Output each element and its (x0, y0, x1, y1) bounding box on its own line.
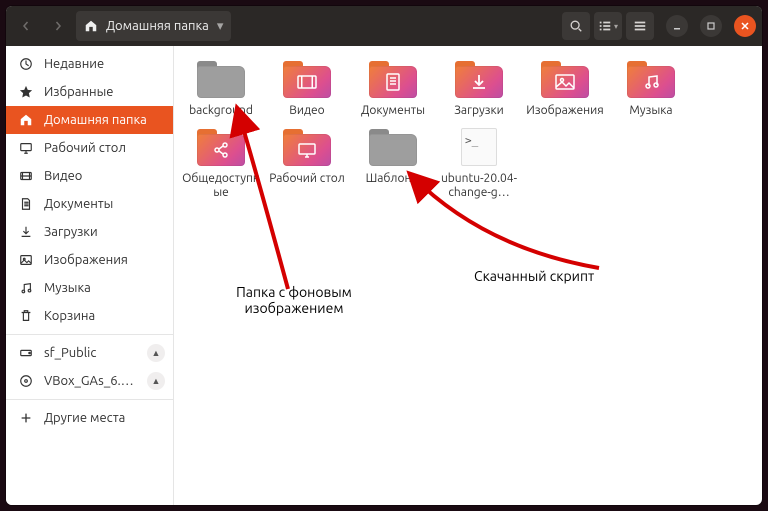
sidebar-item-image[interactable]: Изображения (6, 246, 173, 274)
sidebar-item-video[interactable]: Видео (6, 162, 173, 190)
home-icon (18, 113, 34, 127)
folder-icon (195, 58, 247, 100)
eject-icon[interactable]: ▲ (147, 344, 165, 362)
sidebar-item-label: Изображения (44, 253, 128, 267)
file-item[interactable]: Общедоступные (178, 122, 264, 204)
folder-icon (625, 58, 677, 100)
sidebar-item-label: Корзина (44, 309, 95, 323)
music-icon (18, 281, 34, 295)
folder-icon (367, 126, 419, 168)
file-label: Документы (361, 104, 425, 118)
file-label: Изображения (526, 104, 603, 118)
file-item[interactable]: Документы (350, 54, 436, 122)
sidebar-item-label: Другие места (44, 411, 125, 425)
image-icon (18, 253, 34, 267)
desktop-icon (18, 141, 34, 155)
sidebar-item-label: sf_Public (44, 346, 96, 360)
file-label: Общедоступные (178, 172, 264, 200)
sidebar-item-label: Музыка (44, 281, 91, 295)
sidebar-item-clock[interactable]: Недавние (6, 50, 173, 78)
search-button[interactable] (562, 12, 590, 40)
window-close-button[interactable] (734, 15, 756, 37)
sidebar-item-label: VBox_GAs_6.… (44, 374, 134, 388)
sidebar-item-label: Рабочий стол (44, 141, 126, 155)
disc-icon (18, 374, 34, 388)
document-icon (18, 197, 34, 211)
content-area[interactable]: background Видео Документы Загрузки Изображе… (174, 46, 762, 505)
trash-icon (18, 309, 34, 323)
window-minimize-button[interactable] (666, 15, 688, 37)
path-dropdown-icon: ▾ (217, 19, 224, 34)
icon-grid: background Видео Документы Загрузки Изображе… (178, 54, 758, 203)
star-icon (18, 85, 34, 99)
sidebar-item-label: Недавние (44, 57, 104, 71)
file-item[interactable]: Музыка (608, 54, 694, 122)
file-label: Загрузки (454, 104, 504, 118)
folder-icon (367, 58, 419, 100)
plus-icon (18, 411, 34, 425)
video-icon (18, 169, 34, 183)
sidebar-item-music[interactable]: Музыка (6, 274, 173, 302)
annotation-right: Скачанный скрипт (474, 268, 594, 284)
home-icon (84, 19, 98, 33)
file-icon: >_ (453, 126, 505, 168)
download-icon (18, 225, 34, 239)
titlebar: Домашняя папка ▾ ▾ (6, 6, 762, 46)
view-list-button[interactable]: ▾ (594, 12, 622, 40)
sidebar-item-star[interactable]: Избранные (6, 78, 173, 106)
file-label: Музыка (629, 104, 672, 118)
file-label: Рабочий стол (269, 172, 345, 186)
sidebar-item-label: Домашняя папка (44, 113, 147, 127)
sidebar: Недавние Избранные Домашняя папка Рабочий с… (6, 46, 174, 505)
nav-forward-button[interactable] (44, 12, 72, 40)
sidebar-item-download[interactable]: Загрузки (6, 218, 173, 246)
file-item[interactable]: Изображения (522, 54, 608, 122)
sidebar-item-desktop[interactable]: Рабочий стол (6, 134, 173, 162)
window-maximize-button[interactable] (700, 15, 722, 37)
file-label: Шаблоны (366, 172, 421, 186)
annotation-left: Папка с фоновым изображением (219, 284, 369, 316)
folder-icon (281, 126, 333, 168)
file-item[interactable]: Рабочий стол (264, 122, 350, 204)
file-label: Видео (289, 104, 324, 118)
sidebar-item-home[interactable]: Домашняя папка (6, 106, 173, 134)
folder-icon (539, 58, 591, 100)
nav-back-button[interactable] (12, 12, 40, 40)
folder-icon (195, 126, 247, 168)
sidebar-item-disc[interactable]: VBox_GAs_6.… ▲ (6, 367, 173, 395)
folder-icon (453, 58, 505, 100)
path-bar[interactable]: Домашняя папка ▾ (76, 11, 231, 41)
sidebar-item-drive[interactable]: sf_Public ▲ (6, 339, 173, 367)
file-label: ubuntu-20.04-change-g… (436, 172, 522, 200)
file-item[interactable]: Шаблоны (350, 122, 436, 204)
sidebar-item-plus[interactable]: Другие места (6, 404, 173, 432)
file-manager-window: Домашняя папка ▾ ▾ Недавние Избранные Дома… (6, 6, 762, 505)
path-label: Домашняя папка (106, 19, 209, 33)
sidebar-item-label: Документы (44, 197, 113, 211)
folder-icon (281, 58, 333, 100)
clock-icon (18, 57, 34, 71)
hamburger-menu-button[interactable] (626, 12, 654, 40)
sidebar-item-label: Избранные (44, 85, 113, 99)
sidebar-item-document[interactable]: Документы (6, 190, 173, 218)
file-item[interactable]: Загрузки (436, 54, 522, 122)
sidebar-item-label: Загрузки (44, 225, 98, 239)
sidebar-item-label: Видео (44, 169, 82, 183)
file-item[interactable]: background (178, 54, 264, 122)
file-label: background (189, 104, 253, 118)
drive-icon (18, 346, 34, 360)
file-item[interactable]: >_ ubuntu-20.04-change-g… (436, 122, 522, 204)
sidebar-item-trash[interactable]: Корзина (6, 302, 173, 330)
file-item[interactable]: Видео (264, 54, 350, 122)
eject-icon[interactable]: ▲ (147, 372, 165, 390)
